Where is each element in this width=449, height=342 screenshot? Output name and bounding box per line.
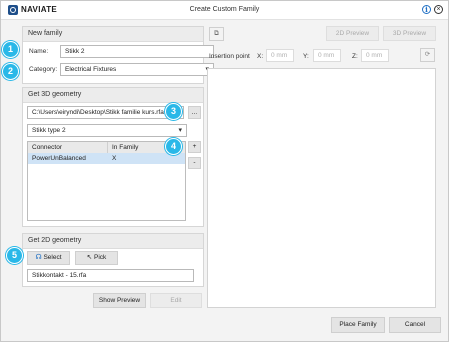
preview-area <box>207 68 436 308</box>
edit-button[interactable]: Edit <box>150 293 202 308</box>
place-family-button[interactable]: Place Family <box>331 317 385 333</box>
2d-file-input[interactable]: Stikkontakt - 15.rfa <box>27 269 194 282</box>
window-title: Create Custom Family <box>189 6 260 13</box>
insertion-y-input[interactable]: 0 mm <box>313 49 341 62</box>
name-input[interactable]: Stikk 2 <box>60 45 214 58</box>
category-select[interactable]: Electrical Fixtures <box>60 63 214 76</box>
family-type-value: Stikk type 2 <box>32 127 66 134</box>
name-label: Name: <box>29 48 49 55</box>
callout-badge-2: 2 <box>2 63 19 80</box>
connector-table: Connector In Family PowerUnBalanced X <box>27 141 186 221</box>
column-header-in-family: In Family <box>112 144 139 151</box>
create-custom-family-window: NAVIATE Create Custom Family i × New fam… <box>0 0 449 342</box>
callout-badge-4: 4 <box>165 138 182 155</box>
pick-button[interactable]: ↖ Pick <box>75 251 118 265</box>
new-family-header: New family <box>23 27 203 42</box>
get-3d-geometry-header: Get 3D geometry <box>23 88 203 103</box>
select-icon: ☊ <box>35 254 42 261</box>
family-type-select[interactable]: Stikk type 2 <box>27 124 187 137</box>
category-label: Category: <box>29 66 58 73</box>
category-value: Electrical Fixtures <box>65 66 117 73</box>
rfa-file-path-input[interactable]: C:\Users\eiryndi\Desktop\Stikk familie k… <box>27 106 184 119</box>
table-row[interactable]: PowerUnBalanced X <box>28 153 185 164</box>
z-label: Z: <box>352 53 358 60</box>
3d-preview-button[interactable]: 3D Preview <box>383 26 436 41</box>
refresh-button[interactable]: ⟳ <box>420 48 435 62</box>
refresh-icon: ⟳ <box>424 51 431 58</box>
insertion-z-input[interactable]: 0 mm <box>361 49 389 62</box>
cell-connector: PowerUnBalanced <box>32 155 86 162</box>
new-family-panel: New family Name: Stikk 2 Category: Elect… <box>22 26 214 84</box>
info-icon[interactable]: i <box>422 5 431 14</box>
pick-label: Pick <box>93 254 107 261</box>
insertion-point-label: Insertion point <box>209 53 250 60</box>
callout-badge-1: 1 <box>2 41 19 58</box>
remove-connector-button[interactable]: - <box>188 157 201 169</box>
callout-badge-3: 3 <box>165 103 182 120</box>
preview-settings-button[interactable]: ⧉ <box>209 27 224 41</box>
get-2d-geometry-panel: Get 2D geometry ☊ Select ↖ Pick Stikkont… <box>22 233 204 287</box>
callout-badge-5: 5 <box>6 247 23 264</box>
show-preview-button[interactable]: Show Preview <box>93 293 146 308</box>
browse-button[interactable]: ... <box>188 106 201 119</box>
preview-settings-icon: ⧉ <box>214 30 219 37</box>
add-connector-button[interactable]: + <box>188 141 201 153</box>
2d-preview-button[interactable]: 2D Preview <box>326 26 379 41</box>
y-label: Y: <box>303 53 309 60</box>
title-bar: NAVIATE Create Custom Family i × <box>1 1 448 20</box>
pick-cursor-icon: ↖ <box>86 254 93 261</box>
insertion-x-input[interactable]: 0 mm <box>266 49 294 62</box>
column-header-connector: Connector <box>32 144 62 151</box>
get-2d-geometry-header: Get 2D geometry <box>23 234 203 249</box>
cell-in-family: X <box>112 155 117 162</box>
select-button[interactable]: ☊ Select <box>27 251 70 265</box>
x-label: X: <box>257 53 264 60</box>
cancel-button[interactable]: Cancel <box>389 317 441 333</box>
select-label: Select <box>43 254 62 261</box>
close-icon[interactable]: × <box>434 5 443 14</box>
